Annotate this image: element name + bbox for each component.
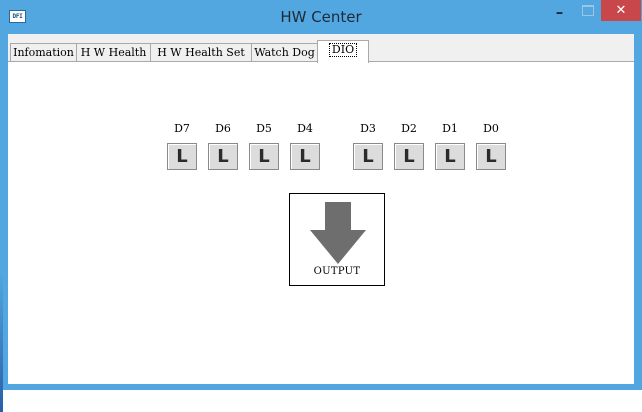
client-area: Infomation H W Health H W Health Set Wat… — [0, 34, 634, 412]
maximize-icon — [582, 5, 594, 16]
bit-label-d5: D5 — [256, 122, 272, 135]
tab-strip: Infomation H W Health H W Health Set Wat… — [8, 34, 634, 63]
bit-label-d4: D4 — [297, 122, 313, 135]
bit-button-d1[interactable]: L — [435, 143, 465, 170]
bit-label-d0: D0 — [483, 122, 499, 135]
dio-page: D7 D6 D5 D4 D3 D2 D1 D0 L L L L L L L L … — [0, 62, 634, 412]
bit-label-d3: D3 — [360, 122, 376, 135]
bit-label-d2: D2 — [401, 122, 417, 135]
bit-button-d7[interactable]: L — [167, 143, 197, 170]
bit-button-d6[interactable]: L — [208, 143, 238, 170]
bit-label-d7: D7 — [174, 122, 190, 135]
bit-button-d5[interactable]: L — [249, 143, 279, 170]
bit-label-d6: D6 — [215, 122, 231, 135]
title-bar[interactable]: DFI HW Center – ✕ — [0, 0, 642, 34]
bit-button-d0[interactable]: L — [476, 143, 506, 170]
output-button[interactable]: OUTPUT — [289, 193, 385, 286]
tab-watch-dog[interactable]: Watch Dog — [251, 43, 318, 61]
bit-button-d4[interactable]: L — [290, 143, 320, 170]
arrow-down-icon — [310, 202, 366, 264]
tab-dio[interactable]: DIO — [317, 40, 369, 63]
output-label: OUTPUT — [313, 266, 361, 277]
tab-infomation[interactable]: Infomation — [10, 43, 77, 61]
tab-hw-health-set[interactable]: H W Health Set — [150, 43, 252, 61]
bit-button-d3[interactable]: L — [353, 143, 383, 170]
tab-dio-label: DIO — [328, 43, 358, 57]
maximize-button[interactable] — [574, 0, 600, 21]
minimize-button[interactable]: – — [546, 2, 573, 23]
hw-center-window: DFI HW Center – ✕ Infomation H W Health … — [0, 0, 642, 412]
tab-hw-health[interactable]: H W Health — [76, 43, 151, 61]
bit-button-d2[interactable]: L — [394, 143, 424, 170]
close-button[interactable]: ✕ — [601, 0, 641, 21]
bit-label-d1: D1 — [442, 122, 458, 135]
window-edge-accent — [0, 272, 3, 412]
